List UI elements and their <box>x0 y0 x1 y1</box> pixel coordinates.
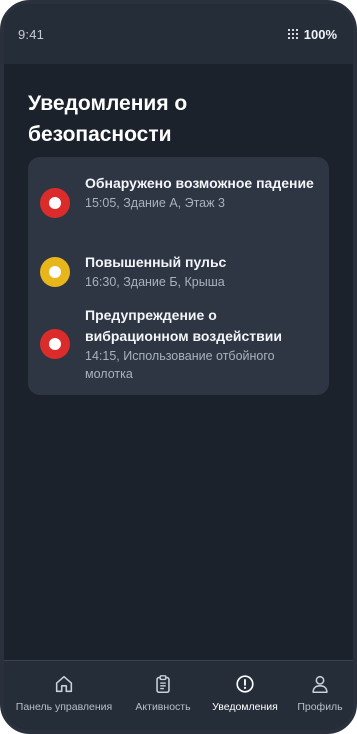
nav-label: Уведомления <box>212 701 278 713</box>
alert-title: Повышенный пульс <box>85 254 227 270</box>
phone-frame: 9:41 100% Уведомления о безопасности Обн… <box>0 0 357 734</box>
status-bar: 9:41 100% <box>4 4 353 64</box>
alert-title: Обнаружено возможное падение <box>85 175 314 191</box>
bottom-nav: Панель управления Активность Уведомления <box>4 660 353 730</box>
status-time: 9:41 <box>18 26 45 42</box>
alert-circle-icon <box>236 675 254 693</box>
page-title: Уведомления о безопасности <box>28 92 188 146</box>
alerts-card: Обнаружено возможное падение 15:05, Здан… <box>28 157 329 395</box>
alert-title: Предупреждение о вибрационном воздействи… <box>85 307 282 344</box>
alert-text: Обнаружено возможное падение 15:05, Здан… <box>85 173 319 212</box>
alert-text: Предупреждение о вибрационном воздействи… <box>85 305 319 383</box>
nav-item-dashboard[interactable]: Панель управления <box>14 673 114 713</box>
battery-level: 100% <box>303 26 337 42</box>
nav-label: Активность <box>135 701 191 713</box>
clipboard-icon <box>156 675 170 694</box>
signal-grid-icon <box>287 28 298 40</box>
alert-dot-icon <box>40 188 70 218</box>
home-icon <box>55 675 73 693</box>
nav-label: Профиль <box>297 701 343 713</box>
alert-meta: 15:05, Здание А, Этаж 3 <box>85 196 225 210</box>
alert-meta: 16:30, Здание Б, Крыша <box>85 275 225 289</box>
alert-dot-icon <box>40 257 70 287</box>
nav-item-profile[interactable]: Профиль <box>270 673 353 713</box>
nav-label: Панель управления <box>15 701 113 713</box>
alert-text: Повышенный пульс 16:30, Здание Б, Крыша <box>85 252 319 291</box>
alert-meta: 14:15, Использование отбойного молотка <box>85 349 275 381</box>
user-icon <box>312 675 328 694</box>
status-indicators: 100% <box>287 26 337 42</box>
alert-dot-icon <box>40 329 70 359</box>
